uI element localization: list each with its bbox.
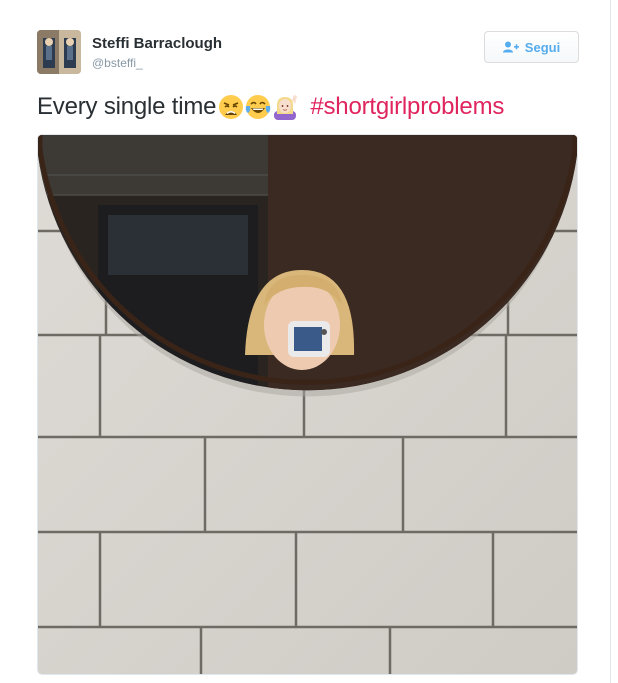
weary-face-icon <box>218 94 244 120</box>
tweet-text: Every single time #shortgirlproblems <box>37 93 504 121</box>
author-handle[interactable]: @bsteffi_ <box>92 56 143 70</box>
woman-raising-hand-icon <box>272 94 298 120</box>
tweet-text-body: Every single time <box>37 93 217 120</box>
tweet-card: Steffi Barraclough @bsteffi_ Segui Every… <box>0 0 611 683</box>
follow-button-label: Segui <box>524 39 561 55</box>
hashtag-link[interactable]: #shortgirlproblems <box>310 93 504 121</box>
add-user-icon <box>502 41 519 53</box>
photo-image <box>38 135 577 674</box>
face-with-tears-of-joy-icon <box>245 94 271 120</box>
author-name[interactable]: Steffi Barraclough <box>92 35 222 52</box>
avatar[interactable] <box>37 30 81 74</box>
follow-button[interactable]: Segui <box>484 31 579 63</box>
tweet-photo[interactable] <box>37 134 578 675</box>
